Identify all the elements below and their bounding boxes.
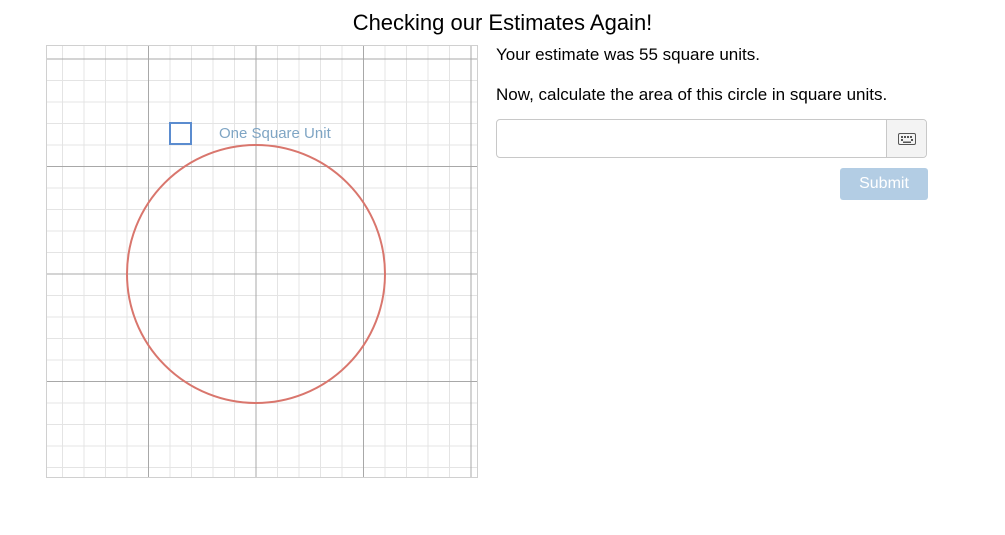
answer-input[interactable] bbox=[497, 120, 886, 157]
page-title: Checking our Estimates Again! bbox=[352, 10, 653, 35]
unit-square-label: One Square Unit bbox=[219, 125, 331, 142]
unit-square-icon bbox=[169, 122, 192, 145]
estimate-text: Your estimate was 55 square units. bbox=[496, 45, 760, 64]
keyboard-icon bbox=[897, 132, 916, 145]
question-panel: Your estimate was 55 square units. Now, … bbox=[496, 44, 928, 200]
grid bbox=[47, 46, 477, 477]
answer-field bbox=[496, 119, 927, 158]
graph-canvas bbox=[46, 45, 478, 478]
keyboard-button[interactable] bbox=[886, 120, 926, 157]
prompt-text: Now, calculate the area of this circle i… bbox=[496, 85, 888, 104]
submit-button[interactable]: Submit bbox=[840, 168, 928, 200]
